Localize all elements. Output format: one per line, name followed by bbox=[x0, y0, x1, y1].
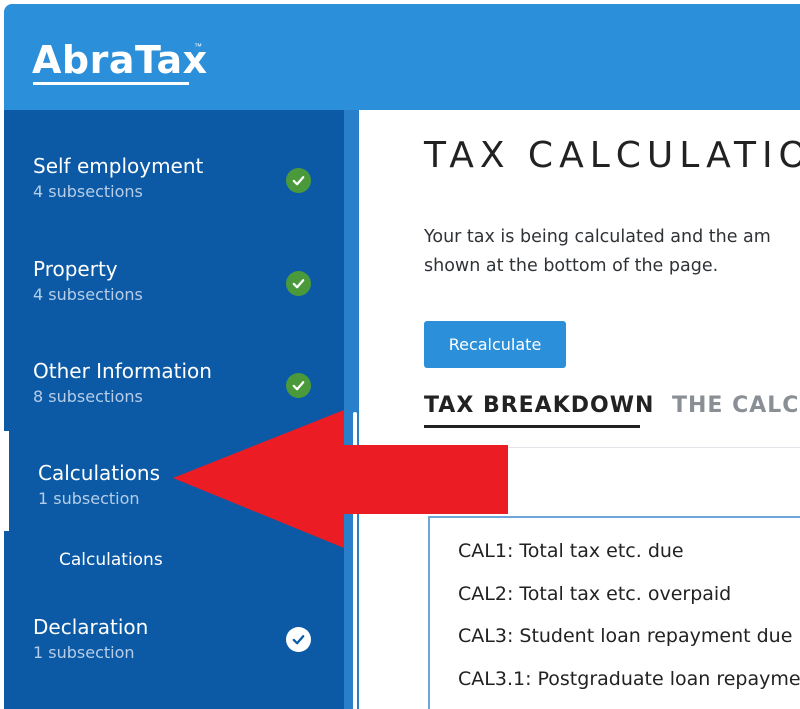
check-circle-icon bbox=[286, 373, 311, 398]
tab-tax-breakdown[interactable]: TAX BREAKDOWN bbox=[424, 393, 654, 418]
list-item: CAL3: Student loan repayment due bbox=[458, 625, 793, 647]
sidebar-item-title: Other Information bbox=[33, 359, 212, 383]
list-item: CAL1: Total tax etc. due bbox=[458, 540, 684, 562]
sidebar-item-subtitle: 1 subsection bbox=[33, 643, 135, 662]
sidebar-item-subtitle: 4 subsections bbox=[33, 285, 143, 304]
sidebar-item-subtitle: 4 subsections bbox=[33, 182, 143, 201]
sidebar-item-subtitle: 8 subsections bbox=[33, 387, 143, 406]
main-content: TAX CALCULATION Your tax is being calcul… bbox=[362, 110, 800, 709]
check-circle-icon bbox=[286, 271, 311, 296]
tax-breakdown-card: CAL1: Total tax etc. due CAL2: Total tax… bbox=[428, 516, 800, 709]
active-item-indicator bbox=[4, 431, 9, 531]
sidebar-item-other-information[interactable]: Other Information 8 subsections bbox=[4, 351, 344, 431]
active-tab-underline bbox=[424, 425, 640, 428]
list-item: CAL3.1: Postgraduate loan repayme bbox=[458, 668, 800, 690]
recalculate-button[interactable]: Recalculate bbox=[424, 321, 566, 368]
sidebar-item-property[interactable]: Property 4 subsections bbox=[4, 249, 344, 329]
sidebar-item-title: Self employment bbox=[33, 154, 204, 178]
sidebar-item-subtitle: 1 subsection bbox=[38, 489, 140, 508]
tab-the-calculation[interactable]: THE CALCU bbox=[672, 393, 800, 418]
sidebar-item-title: Property bbox=[33, 257, 118, 281]
intro-text: Your tax is being calculated and the am … bbox=[424, 223, 800, 281]
logo-trademark: ™ bbox=[194, 42, 202, 51]
sidebar-item-declaration[interactable]: Declaration 1 subsection bbox=[4, 607, 344, 687]
sidebar-item-title: Declaration bbox=[33, 615, 149, 639]
sidebar-item-title: Calculations bbox=[38, 461, 160, 485]
list-item: CAL2: Total tax etc. overpaid bbox=[458, 583, 732, 605]
sidebar-nav: Self employment 4 subsections Property 4… bbox=[4, 110, 344, 709]
check-circle-icon bbox=[286, 168, 311, 193]
tabs-divider bbox=[424, 447, 800, 448]
page-title: TAX CALCULATION bbox=[424, 135, 800, 176]
abratax-logo[interactable]: AbraTax bbox=[32, 38, 208, 82]
intro-line-1: Your tax is being calculated and the am bbox=[424, 227, 771, 247]
sidebar-scrollbar-thumb[interactable] bbox=[353, 412, 357, 709]
app-header: AbraTax ™ bbox=[4, 4, 800, 110]
app-window: AbraTax ™ Self employment 4 subsections … bbox=[4, 4, 800, 709]
sidebar-item-self-employment[interactable]: Self employment 4 subsections bbox=[4, 146, 344, 226]
sidebar-item-calculations[interactable]: Calculations 1 subsection bbox=[4, 453, 344, 533]
intro-line-2: shown at the bottom of the page. bbox=[424, 256, 719, 276]
sidebar-subitem-calculations[interactable]: Calculations bbox=[59, 550, 163, 570]
check-circle-icon bbox=[286, 627, 311, 652]
logo-underline bbox=[33, 82, 189, 85]
